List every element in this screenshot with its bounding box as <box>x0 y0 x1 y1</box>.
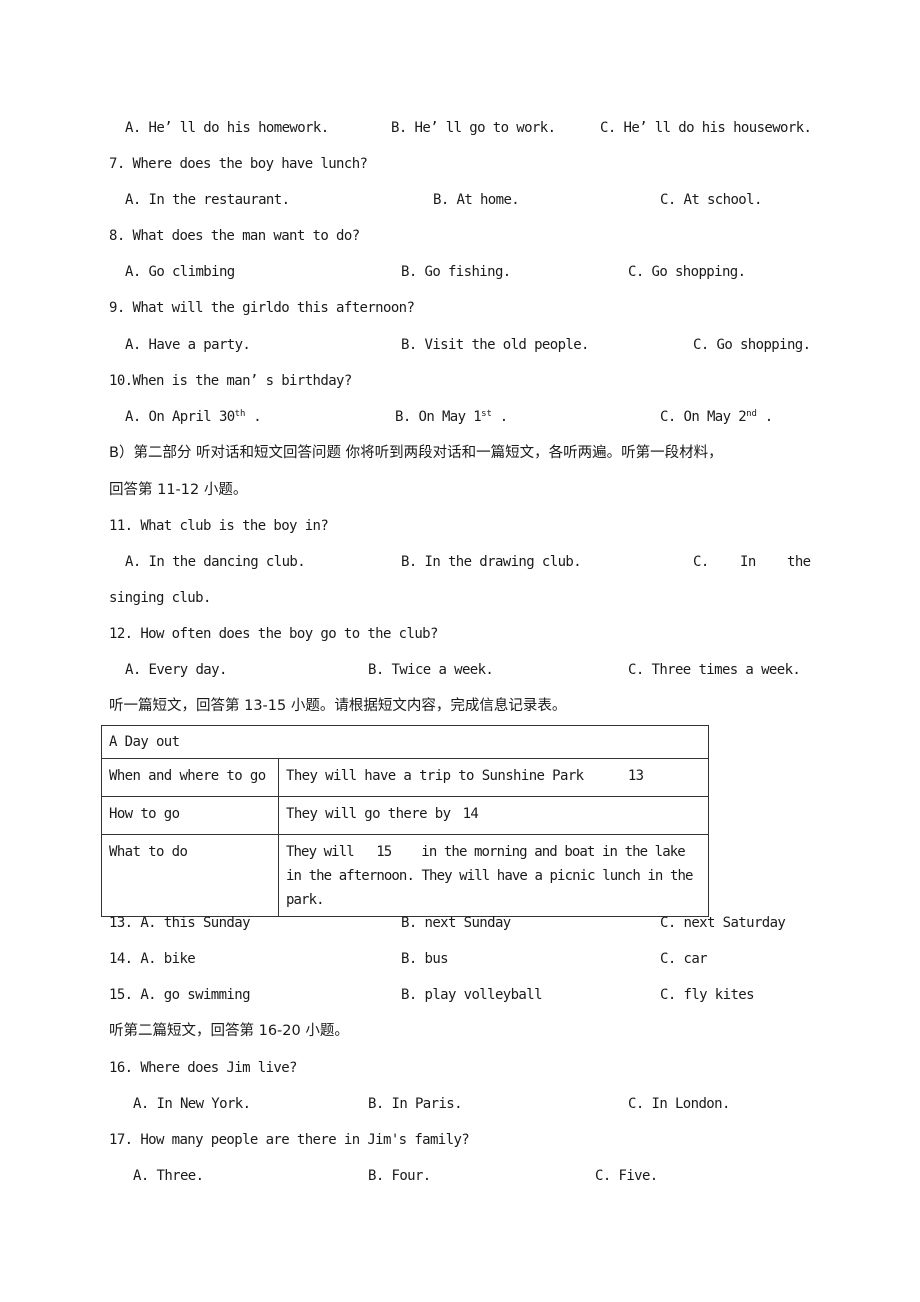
table-key: What to do <box>101 834 279 917</box>
q15-option-c: C. fly kites <box>660 987 755 1003</box>
q16-option-b: B. In Paris. <box>368 1096 463 1112</box>
q6-option-b: B. He’ ll go to work. <box>391 120 556 136</box>
q6-option-c: C. He’ ll do his housework. <box>600 120 812 136</box>
q13-option-a: 13. A. this Sunday <box>109 915 251 931</box>
passage1-instruction: 听一篇短文，回答第 13-15 小题。请根据短文内容，完成信息记录表。 <box>109 698 567 714</box>
table-key: How to go <box>101 796 279 835</box>
q8-question: 8. What does the man want to do? <box>109 228 360 244</box>
q11-option-c-word1: In <box>740 554 756 570</box>
table-row: When and where to go They will have a tr… <box>101 758 709 797</box>
q10-question: 10.When is the man’ s birthday? <box>109 373 352 389</box>
q10-option-b-sup: st <box>481 409 492 419</box>
table-value: They will 15 in the morning and boat in t… <box>278 834 709 917</box>
q14-option-a: 14. A. bike <box>109 951 196 967</box>
blank-14[interactable]: 14 <box>450 802 490 826</box>
q17-option-b: B. Four. <box>368 1168 431 1184</box>
q9-option-c: C. Go shopping. <box>693 337 811 353</box>
q12-question: 12. How often does the boy go to the clu… <box>109 626 438 642</box>
q10-option-a-end: . <box>245 409 262 425</box>
q11-option-b: B. In the drawing club. <box>401 554 582 570</box>
value-text: They will go there by <box>286 806 451 822</box>
value-text: They will have a trip to Sunshine Park <box>286 768 584 784</box>
q11-option-a: A. In the dancing club. <box>125 554 306 570</box>
blank-13[interactable]: 13 <box>584 764 644 788</box>
section-b-instruction-line2: 回答第 11-12 小题。 <box>109 482 248 498</box>
q7-option-b: B. At home. <box>433 192 520 208</box>
q17-option-c: C. Five. <box>595 1168 658 1184</box>
q12-option-b: B. Twice a week. <box>368 662 494 678</box>
q15-option-a: 15. A. go swimming <box>109 987 251 1003</box>
passage2-instruction: 听第二篇短文，回答第 16-20 小题。 <box>109 1023 349 1039</box>
q7-option-a: A. In the restaurant. <box>125 192 290 208</box>
q14-option-c: C. car <box>660 951 708 967</box>
q12-option-a: A. Every day. <box>125 662 227 678</box>
q10-option-b-text: B. On May 1 <box>395 409 482 425</box>
q11-question: 11. What club is the boy in? <box>109 518 329 534</box>
table-row: How to go They will go there by 14 <box>101 796 709 835</box>
q11-option-c-wrap: singing club. <box>109 590 211 606</box>
q11-option-c-word2: the <box>787 554 811 570</box>
q16-question: 16. Where does Jim live? <box>109 1060 297 1076</box>
q9-option-a: A. Have a party. <box>125 337 251 353</box>
q10-option-a: A. On April 30th . <box>125 408 262 426</box>
blank-15[interactable]: 15 <box>354 840 414 864</box>
q7-question: 7. Where does the boy have lunch? <box>109 156 368 172</box>
q16-option-a: A. In New York. <box>133 1096 251 1112</box>
q8-option-c: C. Go shopping. <box>628 264 746 280</box>
info-record-table: A Day out When and where to go They will… <box>101 725 709 917</box>
q7-option-c: C. At school. <box>660 192 762 208</box>
q10-option-a-text: A. On April 30 <box>125 409 235 425</box>
q10-option-b-end: . <box>491 409 508 425</box>
q14-option-b: B. bus <box>401 951 449 967</box>
table-value: They will go there by 14 <box>278 796 709 835</box>
q10-option-b: B. On May 1st . <box>395 408 508 426</box>
q9-option-b: B. Visit the old people. <box>401 337 589 353</box>
q10-option-c: C. On May 2nd . <box>660 408 773 426</box>
q11-option-c-label: C. <box>693 554 709 570</box>
q10-option-c-sup: nd <box>746 409 757 419</box>
table-row: What to do They will 15 in the morning an… <box>101 834 709 917</box>
table-key: When and where to go <box>101 758 279 797</box>
value-text: They will <box>286 844 355 860</box>
q16-option-c: C. In London. <box>628 1096 730 1112</box>
q10-option-a-sup: th <box>234 409 246 419</box>
q17-question: 17. How many people are there in Jim's f… <box>109 1132 470 1148</box>
q15-option-b: B. play volleyball <box>401 987 543 1003</box>
q12-option-c: C. Three times a week. <box>628 662 801 678</box>
q13-option-b: B. next Sunday <box>401 915 511 931</box>
q10-option-c-text: C. On May 2 <box>660 409 747 425</box>
q13-option-c: C. next Saturday <box>660 915 786 931</box>
q6-option-a: A. He’ ll do his homework. <box>125 120 329 136</box>
q8-option-b: B. Go fishing. <box>401 264 511 280</box>
q9-question: 9. What will the girldo this afternoon? <box>109 300 415 316</box>
q10-option-c-end: . <box>756 409 773 425</box>
section-b-instruction-line1: B）第二部分 听对话和短文回答问题 你将听到两段对话和一篇短文，各听两遍。听第一… <box>109 445 723 461</box>
table-value: They will have a trip to Sunshine Park 13 <box>278 758 709 797</box>
q17-option-a: A. Three. <box>133 1168 204 1184</box>
table-title: A Day out <box>101 725 709 759</box>
q8-option-a: A. Go climbing <box>125 264 235 280</box>
